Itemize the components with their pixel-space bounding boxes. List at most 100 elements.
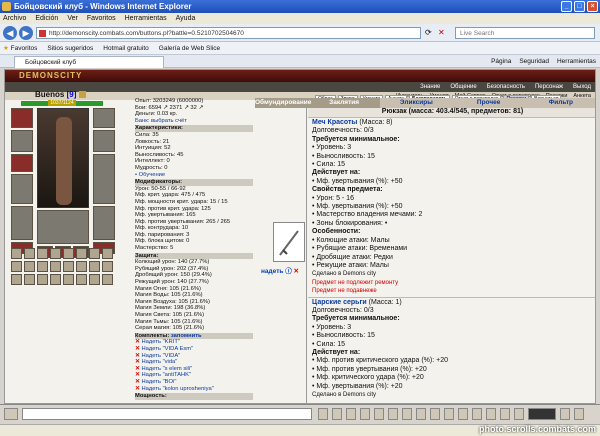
belt-cell[interactable] <box>37 261 48 272</box>
belt-cell[interactable] <box>76 274 87 285</box>
belt-cell[interactable] <box>63 274 74 285</box>
belt-cell[interactable] <box>50 248 61 259</box>
suggested-sites-link[interactable]: Sitios sugeridos <box>47 42 93 54</box>
hotmail-link[interactable]: Hotmail gratuito <box>103 42 149 54</box>
set-link[interactable]: ✕ Надеть "antiTAHK" <box>135 372 253 379</box>
action-icon[interactable] <box>388 408 398 420</box>
action-icon[interactable] <box>486 408 496 420</box>
close-button[interactable]: × <box>587 1 598 12</box>
nav-exit[interactable]: Выход <box>573 82 591 92</box>
security-menu[interactable]: Seguridad <box>519 56 549 67</box>
action-icon[interactable] <box>472 408 482 420</box>
action-icon[interactable] <box>458 408 468 420</box>
back-icon[interactable]: ◀ <box>3 26 17 40</box>
belt-cell[interactable] <box>89 274 100 285</box>
sets-header[interactable]: Комплекты: запомнить <box>135 332 253 340</box>
nav-knowledge[interactable]: Знание <box>420 82 440 92</box>
refresh-icon[interactable]: ⟳ <box>425 28 432 37</box>
belt-cell[interactable] <box>24 274 35 285</box>
shield-slot[interactable] <box>93 154 115 204</box>
belt-cell[interactable] <box>76 261 87 272</box>
item-name[interactable]: Царские серьги <box>312 299 367 306</box>
belt-cell[interactable] <box>50 274 61 285</box>
action-icon[interactable] <box>560 408 570 420</box>
address-input[interactable]: http://demonscity.combats.com/buttons.pl… <box>36 27 421 39</box>
forward-icon[interactable]: ▶ <box>19 26 33 40</box>
action-icon[interactable] <box>360 408 370 420</box>
belt-cell[interactable] <box>50 261 61 272</box>
action-icon[interactable] <box>416 408 426 420</box>
nav-chat[interactable]: Общение <box>450 82 476 92</box>
menu-archivo[interactable]: Archivo <box>3 13 26 24</box>
remember-set-link[interactable]: запомнить <box>171 333 202 339</box>
belt-cell[interactable] <box>102 248 113 259</box>
minimize-button[interactable]: _ <box>561 1 572 12</box>
weapon-slot[interactable] <box>11 174 33 204</box>
belt-cell[interactable] <box>11 274 22 285</box>
tab-equipment[interactable]: Обмундирование <box>255 98 311 108</box>
tab-elixirs[interactable]: Эликсиры <box>380 98 452 108</box>
menu-ayuda[interactable]: Ayuda <box>176 13 196 24</box>
maximize-button[interactable]: □ <box>574 1 585 12</box>
belt-cell[interactable] <box>24 248 35 259</box>
tab-combats[interactable]: Бойцовский клуб <box>14 56 164 68</box>
amulet-slot[interactable] <box>11 154 33 172</box>
menu-ver[interactable]: Ver <box>67 13 78 24</box>
action-icon[interactable] <box>402 408 412 420</box>
web-slice-gallery-link[interactable]: Galería de Web Slice <box>159 42 220 54</box>
tools-menu[interactable]: Herramientas <box>557 56 596 67</box>
menu-herramientas[interactable]: Herramientas <box>125 13 167 24</box>
chat-input[interactable] <box>22 408 312 420</box>
helmet-slot[interactable] <box>11 108 33 128</box>
belt-cell[interactable] <box>11 248 22 259</box>
menu-favoritos[interactable]: Favoritos <box>87 13 116 24</box>
belt-cell[interactable] <box>37 274 48 285</box>
action-icon[interactable] <box>374 408 384 420</box>
belt-cell[interactable] <box>76 248 87 259</box>
bracer-slot[interactable] <box>93 108 115 128</box>
belt-cell[interactable] <box>11 261 22 272</box>
action-icon[interactable] <box>346 408 356 420</box>
belt-cell[interactable] <box>63 248 74 259</box>
action-icon[interactable] <box>430 408 440 420</box>
bank-link[interactable]: Банк: выбрать счёт <box>135 118 253 125</box>
set-link[interactable]: ✕ Надеть "vida" <box>135 359 253 366</box>
nav-character[interactable]: Персонаж <box>535 82 563 92</box>
set-link[interactable]: ✕ Надеть "VIDA Esm" <box>135 346 253 353</box>
action-icon[interactable] <box>444 408 454 420</box>
set-link[interactable]: ✕ Надеть "BOi" <box>135 379 253 386</box>
stop-icon[interactable]: ✕ <box>438 28 445 37</box>
belt-cell[interactable] <box>24 261 35 272</box>
set-link[interactable]: ✕ Надеть "s elem sili" <box>135 366 253 373</box>
belt-cell[interactable] <box>63 261 74 272</box>
gloves-slot[interactable] <box>93 130 115 152</box>
belt-cell[interactable] <box>89 248 100 259</box>
belt-cell[interactable] <box>102 274 113 285</box>
page-menu[interactable]: Página <box>491 56 511 67</box>
belt-cell[interactable] <box>102 261 113 272</box>
search-input[interactable]: Live Search <box>455 27 595 39</box>
set-link[interactable]: ✕ Надеть "VIDA" <box>135 353 253 360</box>
earring-slot[interactable] <box>11 130 33 152</box>
characteristics-header[interactable]: Характеристики: <box>135 125 253 132</box>
defense-header[interactable]: Защита: <box>135 252 253 260</box>
armor-slot[interactable] <box>11 206 33 240</box>
tab-spells[interactable]: Заклятия <box>308 98 381 108</box>
item-name[interactable]: Меч Красоты <box>312 119 357 126</box>
action-icon[interactable] <box>500 408 510 420</box>
tab-other[interactable]: Прочее <box>453 98 525 108</box>
training-link[interactable]: • Обучение <box>135 172 253 179</box>
menu-edicion[interactable]: Edición <box>35 13 58 24</box>
belt-cell[interactable] <box>37 248 48 259</box>
chat-toggle[interactable] <box>4 408 18 420</box>
action-icon[interactable] <box>574 408 584 420</box>
power-header[interactable]: Мощность: <box>135 393 253 400</box>
action-icon[interactable] <box>332 408 342 420</box>
action-icon[interactable] <box>318 408 328 420</box>
boots-slot[interactable] <box>93 206 115 240</box>
set-link[interactable]: ✕ Надеть "KRIT" <box>135 339 253 346</box>
pants-slot[interactable] <box>37 210 89 244</box>
tab-filter[interactable]: Фильтр <box>525 98 595 108</box>
favorites-button[interactable]: ★ Favoritos <box>3 42 37 54</box>
belt-cell[interactable] <box>89 261 100 272</box>
